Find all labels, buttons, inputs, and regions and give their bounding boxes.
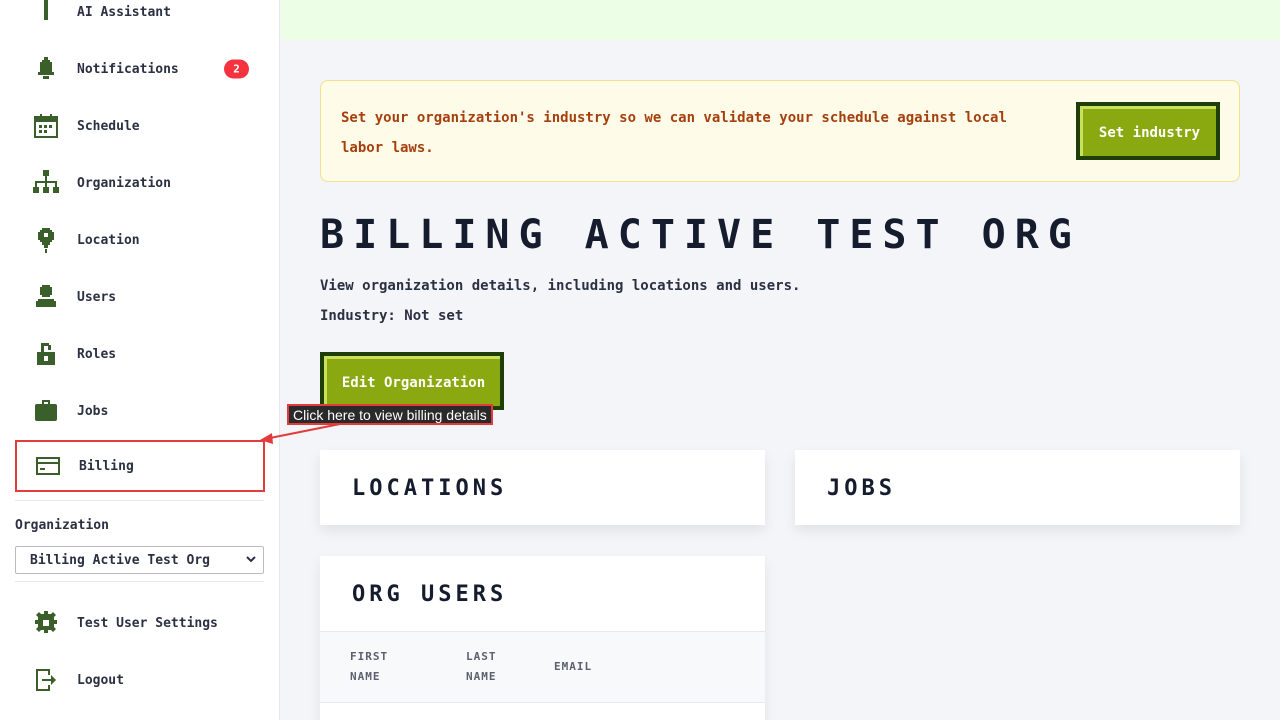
industry-status: Industry: Not set: [320, 308, 464, 324]
sidebar-item-users[interactable]: Users: [15, 271, 265, 323]
sidebar-item-settings[interactable]: Test User Settings: [15, 597, 265, 649]
calendar-icon: [31, 111, 61, 141]
sidebar-item-location[interactable]: Location: [15, 214, 265, 266]
sidebar-item-organization[interactable]: Organization: [15, 157, 265, 209]
location-pin-icon: [31, 225, 61, 255]
sidebar-item-jobs[interactable]: Jobs: [15, 385, 265, 437]
sidebar-item-ai-assistant[interactable]: AI Assistant: [15, 0, 265, 38]
sidebar-divider: [15, 500, 264, 501]
sidebar-item-label: Test User Settings: [77, 615, 218, 631]
sidebar-item-label: Roles: [77, 346, 117, 362]
org-users-title: ORG USERS: [352, 582, 508, 607]
column-header-first-name[interactable]: FIRST NAME: [350, 647, 410, 687]
banner-text: Set your organization's industry so we c…: [341, 110, 1007, 156]
sidebar-item-schedule[interactable]: Schedule: [15, 100, 265, 152]
chevron-down-icon: [246, 556, 256, 563]
lock-icon: [31, 339, 61, 369]
page-subtitle: View organization details, including loc…: [320, 278, 801, 294]
column-header-email[interactable]: EMAIL: [554, 657, 592, 677]
sidebar: AI Assistant Notifications 2 Schedule Or…: [0, 0, 280, 720]
sidebar-item-billing[interactable]: Billing: [15, 440, 265, 492]
top-bar: [281, 0, 1280, 40]
edit-organization-button[interactable]: Edit Organization: [320, 352, 504, 410]
gear-icon: [31, 608, 61, 638]
sidebar-item-label: Billing: [79, 458, 134, 474]
column-header-last-name[interactable]: LAST NAME: [466, 647, 516, 687]
locations-card: LOCATIONS: [320, 450, 765, 525]
sidebar-item-notifications[interactable]: Notifications 2: [15, 43, 265, 95]
org-select-value: Billing Active Test Org: [30, 552, 211, 568]
briefcase-icon: [31, 396, 61, 426]
sidebar-item-logout[interactable]: Logout: [15, 654, 265, 706]
table-header: FIRST NAME LAST NAME EMAIL: [320, 631, 765, 703]
notification-badge: 2: [224, 59, 249, 79]
sidebar-item-label: Schedule: [77, 118, 140, 134]
jobs-title: JOBS: [827, 476, 896, 501]
user-icon: [31, 282, 61, 312]
sidebar-item-label: Notifications: [77, 61, 179, 77]
logout-icon: [31, 665, 61, 695]
sidebar-item-label: Location: [77, 232, 140, 248]
locations-title: LOCATIONS: [352, 476, 508, 501]
industry-banner: Set your organization's industry so we c…: [320, 80, 1240, 182]
org-users-card: ORG USERS FIRST NAME LAST NAME EMAIL: [320, 556, 765, 720]
jobs-card: JOBS: [795, 450, 1240, 525]
ai-assistant-icon: [31, 0, 61, 27]
page-title: BILLING ACTIVE TEST ORG: [320, 212, 1081, 258]
org-select-label: Organization: [15, 518, 109, 533]
sidebar-item-label: Jobs: [77, 403, 109, 419]
sidebar-item-label: Organization: [77, 175, 171, 191]
org-chart-icon: [31, 168, 61, 198]
sidebar-item-label: Users: [77, 289, 117, 305]
sidebar-item-label: AI Assistant: [77, 4, 171, 20]
organization-select[interactable]: Billing Active Test Org: [15, 546, 264, 574]
sidebar-item-roles[interactable]: Roles: [15, 328, 265, 380]
set-industry-button[interactable]: Set industry: [1076, 102, 1220, 160]
credit-card-icon: [33, 451, 63, 481]
sidebar-divider: [15, 581, 264, 582]
billing-tooltip: Click here to view billing details: [287, 404, 493, 425]
sidebar-item-label: Logout: [77, 672, 124, 688]
bell-icon: [31, 54, 61, 84]
